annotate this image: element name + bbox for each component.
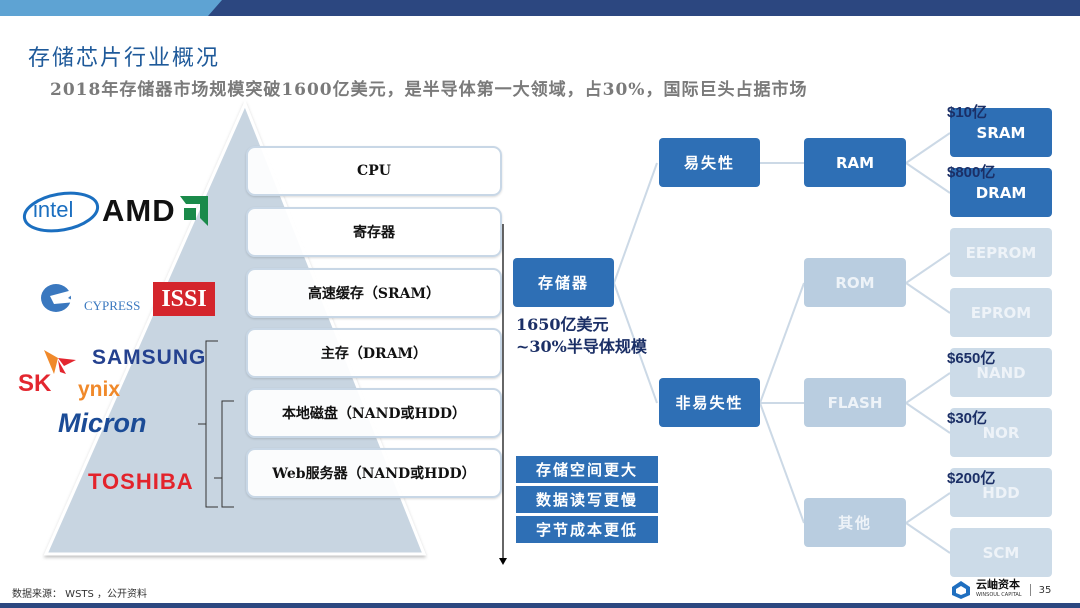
node-ram: RAM	[804, 138, 906, 187]
micron-text: Micron	[58, 408, 147, 438]
layer-label: 本地磁盘（NAND或HDD）	[281, 406, 467, 422]
layer-label: CPU	[357, 163, 391, 179]
cypress-emblem-icon	[41, 284, 80, 312]
intel-logo: intel	[22, 191, 100, 233]
leaf-label: NOR	[982, 423, 1020, 442]
market-size-note: 1650亿美元 ~30%半导体规模	[516, 314, 647, 358]
toshiba-logo: TOSHIBA	[88, 469, 194, 495]
page-title: 存储芯片行业概况	[28, 46, 221, 71]
node-volatile: 易失性	[659, 138, 760, 187]
market-share-value: ~30%半导体规模	[516, 337, 647, 356]
data-source: 数据来源： WSTS ，公开资料	[12, 589, 148, 600]
node-label: 非易失性	[675, 394, 744, 412]
layer-label: Web服务器（NAND或HDD）	[272, 466, 476, 482]
intel-text: intel	[33, 197, 74, 222]
node-storage: 存储器	[513, 258, 614, 307]
brand-name-cn: 云岫资本	[976, 578, 1020, 591]
leaf-label: EEPROM	[965, 243, 1037, 262]
leaf-label: SCM	[982, 543, 1020, 562]
toshiba-text: TOSHIBA	[88, 469, 194, 494]
brand-logo: 云岫资本 WINSOUL CAPITAL 35	[950, 579, 1051, 601]
leaf-scm: SCM	[950, 528, 1052, 577]
leaf-eeprom: EEPROM	[950, 228, 1052, 277]
node-label: RAM	[835, 153, 875, 172]
pyramid-layer-main-memory: 主存（DRAM）	[246, 328, 502, 378]
leaf-label: DRAM	[975, 183, 1027, 202]
feature-slower-rw: 数据读写更慢	[516, 486, 658, 513]
node-label: ROM	[835, 273, 875, 292]
pyramid-layer-cpu: CPU	[246, 146, 502, 196]
node-label: 其他	[837, 514, 872, 532]
feature-lower-cost: 字节成本更低	[516, 516, 658, 543]
node-label: FLASH	[827, 393, 883, 412]
node-label: 存储器	[537, 274, 589, 292]
layer-label: 主存（DRAM）	[320, 346, 428, 362]
amd-text: AMD	[102, 193, 176, 228]
micron-logo: Micron	[58, 408, 147, 439]
leaf-label: SRAM	[976, 123, 1026, 142]
footer-bar	[0, 603, 1080, 608]
page-number: 35	[1038, 584, 1052, 596]
hynix-text: ynix	[78, 378, 121, 401]
brand-name-en: WINSOUL CAPITAL	[976, 592, 1022, 598]
node-flash: FLASH	[804, 378, 906, 427]
issi-logo: ISSI	[153, 282, 215, 316]
winsoul-logo-icon	[952, 581, 970, 599]
pyramid-layer-register: 寄存器	[246, 207, 502, 257]
cypress-text: CYPRESS	[84, 298, 141, 313]
amd-arrow-icon	[179, 196, 208, 226]
sk-text: SK	[18, 370, 52, 397]
price-hdd: $200亿	[947, 470, 996, 487]
header-bar	[0, 0, 1080, 16]
node-rom: ROM	[804, 258, 906, 307]
pyramid-layer-local-disk: 本地磁盘（NAND或HDD）	[246, 388, 502, 438]
market-size-value: 1650亿美元	[516, 315, 609, 334]
pyramid-layer-web-server: Web服务器（NAND或HDD）	[246, 448, 502, 498]
node-nonvolatile: 非易失性	[659, 378, 760, 427]
price-dram: $800亿	[947, 164, 996, 181]
pyramid-layer-cache: 高速缓存（SRAM）	[246, 268, 502, 318]
layer-label: 高速缓存（SRAM）	[307, 286, 441, 302]
sk-hynix-logo: SK ynix	[18, 348, 128, 404]
node-other: 其他	[804, 498, 906, 547]
price-sram: $10亿	[947, 104, 988, 121]
divider	[1029, 584, 1031, 596]
price-nand: $650亿	[947, 350, 996, 367]
feature-larger-storage: 存储空间更大	[516, 456, 658, 483]
amd-logo: AMD	[102, 193, 208, 229]
issi-text: ISSI	[161, 285, 207, 312]
leaf-label: EPROM	[970, 303, 1032, 322]
leaf-eprom: EPROM	[950, 288, 1052, 337]
node-label: 易失性	[683, 154, 735, 172]
cypress-logo: CYPRESS	[40, 282, 140, 314]
layer-label: 寄存器	[353, 225, 395, 241]
price-nor: $30亿	[947, 410, 988, 427]
